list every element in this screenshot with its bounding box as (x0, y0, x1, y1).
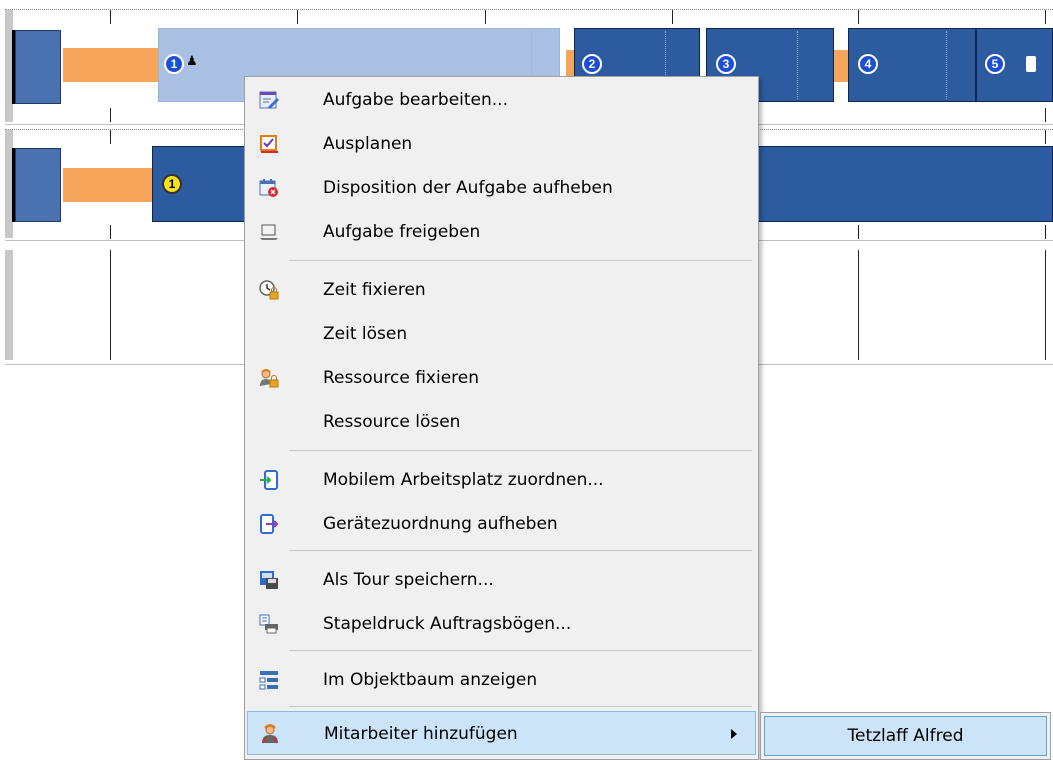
menu-item-lock-time[interactable]: Zeit fixieren (247, 268, 756, 312)
time-tick (858, 225, 859, 239)
mobile-device-icon (1026, 56, 1036, 72)
time-tick (297, 10, 298, 24)
menu-item-label: Als Tour speichern... (323, 570, 494, 590)
menu-item-add-employee[interactable]: Mitarbeiter hinzufügen (247, 711, 756, 755)
assign-mobile-icon (260, 470, 278, 490)
time-tick (110, 130, 111, 144)
time-tick (110, 10, 111, 24)
menu-separator (289, 450, 752, 451)
travel-bar[interactable] (63, 48, 161, 82)
menu-item-label: Zeit fixieren (323, 280, 426, 300)
lock-time-icon (259, 280, 279, 300)
unassign-device-icon (260, 514, 279, 534)
task-number-badge: 2 (582, 54, 602, 74)
time-tick (1045, 10, 1046, 24)
batch-print-icon (259, 614, 278, 634)
time-gridline (110, 250, 111, 360)
menu-item-label: Aufgabe bearbeiten... (323, 90, 508, 110)
menu-item-release-task[interactable]: Aufgabe freigeben (247, 210, 756, 254)
context-menu: Aufgabe bearbeiten... Ausplanen Disposit… (244, 76, 759, 760)
task-number-badge: 4 (858, 54, 878, 74)
edit-task-icon (259, 91, 279, 109)
menu-item-unschedule[interactable]: Ausplanen (247, 122, 756, 166)
object-tree-icon (259, 671, 278, 690)
employee-icon: ♟ (186, 54, 198, 69)
menu-item-label: Mitarbeiter hinzufügen (324, 724, 518, 744)
unschedule-icon (260, 135, 278, 153)
start-marker (12, 148, 15, 222)
cancel-dispatch-icon (259, 179, 278, 197)
time-tick (110, 225, 111, 239)
menu-item-show-in-tree[interactable]: Im Objektbaum anzeigen (247, 658, 756, 702)
menu-item-label: Ausplanen (323, 134, 413, 154)
time-gridline (858, 250, 859, 360)
time-gridline (1045, 250, 1046, 360)
start-marker (12, 30, 15, 104)
save-tour-icon (260, 571, 278, 589)
start-block[interactable] (15, 148, 61, 222)
time-tick (485, 10, 486, 24)
menu-separator (289, 706, 752, 707)
time-tick (110, 108, 111, 122)
menu-item-label: Disposition der Aufgabe aufheben (323, 178, 613, 198)
task-number-badge: 3 (716, 54, 736, 74)
menu-separator (289, 650, 752, 651)
task-number-badge-unconfirmed: 1 (162, 174, 182, 194)
menu-item-release-resource[interactable]: Ressource lösen (247, 400, 756, 444)
employee-submenu: Tetzlaff Alfred (760, 712, 1051, 760)
row-separator (5, 9, 1053, 10)
menu-item-label: Stapeldruck Auftragsbögen... (323, 614, 572, 634)
time-tick (1045, 130, 1046, 144)
menu-item-label: Mobilem Arbeitsplatz zuordnen... (323, 470, 604, 490)
add-employee-icon (262, 724, 278, 744)
time-tick (858, 10, 859, 24)
submenu-item-employee[interactable]: Tetzlaff Alfred (764, 716, 1047, 756)
task-number-badge: 5 (985, 54, 1005, 74)
menu-item-label: Im Objektbaum anzeigen (323, 670, 538, 690)
task-number-badge: 1 (164, 54, 184, 74)
menu-item-label: Ressource lösen (323, 412, 461, 432)
menu-item-assign-mobile[interactable]: Mobilem Arbeitsplatz zuordnen... (247, 458, 756, 502)
time-tick (1045, 225, 1046, 239)
lock-resource-icon (260, 369, 279, 388)
menu-item-edit-task[interactable]: Aufgabe bearbeiten... (247, 78, 756, 122)
row-header (5, 250, 13, 360)
menu-item-label: Zeit lösen (323, 324, 408, 344)
menu-item-batch-print[interactable]: Stapeldruck Auftragsbögen... (247, 602, 756, 646)
menu-separator (289, 260, 752, 261)
menu-item-lock-resource[interactable]: Ressource fixieren (247, 356, 756, 400)
menu-item-label: Aufgabe freigeben (323, 222, 481, 242)
menu-item-save-tour[interactable]: Als Tour speichern... (247, 558, 756, 602)
menu-item-unassign-device[interactable]: Gerätezuordnung aufheben (247, 502, 756, 546)
time-tick (672, 10, 673, 24)
menu-item-cancel-dispatch[interactable]: Disposition der Aufgabe aufheben (247, 166, 756, 210)
menu-item-release-time[interactable]: Zeit lösen (247, 312, 756, 356)
submenu-arrow-icon (731, 729, 737, 739)
release-task-icon (260, 224, 278, 240)
travel-bar[interactable] (63, 168, 155, 202)
time-tick (1045, 108, 1046, 122)
start-block[interactable] (15, 30, 61, 104)
menu-separator (289, 550, 752, 551)
menu-item-label: Gerätezuordnung aufheben (323, 514, 558, 534)
menu-item-label: Ressource fixieren (323, 368, 480, 388)
